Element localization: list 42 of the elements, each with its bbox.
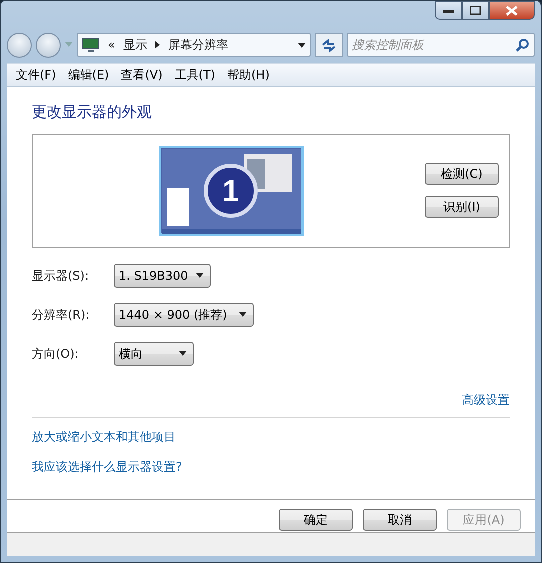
monitor-icon (82, 38, 100, 52)
menu-item[interactable]: 帮助(H) (222, 65, 275, 85)
dialog-button[interactable]: 确定 (279, 509, 353, 531)
monitor-drawing[interactable]: 1 (159, 146, 304, 236)
setting-dropdown[interactable]: 1440 × 900 (推荐) (114, 302, 254, 326)
dialog-button[interactable]: 取消 (363, 509, 437, 531)
advanced-settings-link[interactable]: 高级设置 (462, 390, 510, 408)
minimize-icon (443, 8, 454, 12)
page-heading: 更改显示器的外观 (32, 102, 153, 123)
preview-button[interactable]: 检测(C) (425, 163, 499, 185)
dropdown-arrow-icon (239, 312, 247, 317)
menu-item[interactable]: 文件(F) (11, 65, 62, 85)
menu-item[interactable]: 编辑(E) (63, 65, 114, 85)
address-bar[interactable]: « 显示 屏幕分辨率 (77, 33, 311, 57)
dropdown-arrow-icon[interactable] (298, 42, 306, 48)
setting-label: 分辨率(R): (32, 306, 91, 324)
dropdown-arrow-icon (179, 351, 187, 356)
search-icon (516, 38, 530, 52)
breadcrumb-arrow-icon[interactable] (155, 41, 160, 49)
setting-dropdown[interactable]: 横向 (114, 342, 194, 366)
overflow-chevron[interactable]: « (108, 36, 116, 54)
close-icon (506, 6, 518, 16)
back-button[interactable] (7, 32, 32, 58)
setting-dropdown[interactable]: 1. S19B300 (114, 264, 212, 288)
search-field[interactable]: 搜索控制面板 (347, 33, 535, 57)
maximize-button[interactable] (462, 1, 489, 20)
menu-item[interactable]: 查看(V) (116, 65, 168, 85)
maximize-icon (470, 6, 481, 15)
minimize-button[interactable] (435, 1, 462, 20)
breadcrumb[interactable]: 显示 (123, 36, 148, 54)
help-link[interactable]: 放大或缩小文本和其他项目 (32, 428, 176, 446)
forward-button[interactable] (36, 32, 61, 58)
setting-label: 方向(O): (32, 346, 80, 362)
breadcrumb[interactable]: 屏幕分辨率 (168, 36, 228, 54)
close-button[interactable] (489, 1, 535, 20)
setting-label: 显示器(S): (32, 268, 90, 284)
refresh-button[interactable] (315, 33, 343, 57)
preview-button[interactable]: 识别(I) (425, 196, 499, 218)
dropdown-arrow-icon (196, 273, 204, 278)
menu-item[interactable]: 工具(T) (170, 65, 220, 85)
refresh-icon (321, 38, 337, 53)
help-link[interactable]: 我应该选择什么显示器设置? (32, 458, 182, 476)
